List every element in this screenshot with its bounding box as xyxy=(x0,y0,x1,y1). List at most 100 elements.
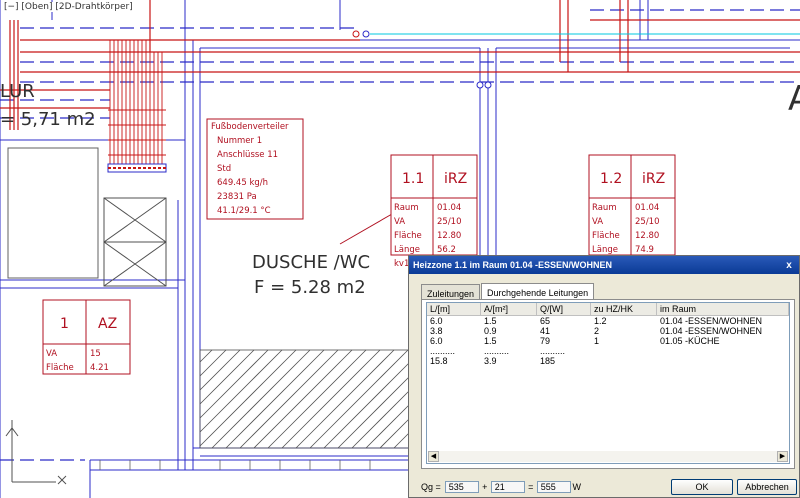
zone-1-val-0: 15 xyxy=(90,349,101,359)
floor-blocks xyxy=(99,460,371,470)
cell-heat: 185 xyxy=(540,356,556,366)
heating-zone-dialog: Heizzone 1.1 im Raum 01.04 -ESSEN/WOHNEN… xyxy=(408,255,800,498)
pipes-list[interactable]: L/[m] A/[m²] Q/[W] zu HZ/HK im Raum 6.0 … xyxy=(426,302,790,464)
zone-1-2-key-3: Länge xyxy=(592,245,618,255)
verteiler-line-6: 41.1/29.1 °C xyxy=(217,206,271,216)
cell-zone: 2 xyxy=(594,326,600,336)
dusche-leader xyxy=(339,213,393,245)
cell-area: 0.9 xyxy=(484,326,497,336)
zone-1-2-val-3: 74.9 xyxy=(635,245,654,255)
cell-zone xyxy=(591,346,657,356)
zone-label-1-1: 1.1 iRZ Raum 01.04 VA 25/10 Fläche 12.80… xyxy=(390,154,478,269)
cell-room: 01.04 -ESSEN/WOHNEN xyxy=(660,326,763,336)
list-item[interactable]: 6.0 1.5 65 1.2 01.04 -ESSEN/WOHNEN xyxy=(427,316,789,326)
dusche-area: F = 5.28 m2 xyxy=(254,277,366,298)
list-separator-row: .......... .......... .......... xyxy=(427,346,789,356)
zone-1-type: AZ xyxy=(98,316,117,332)
cell-area: 1.5 xyxy=(484,336,497,346)
list-item[interactable]: 3.8 0.9 41 2 01.04 -ESSEN/WOHNEN xyxy=(427,326,789,336)
col-header-room[interactable]: im Raum xyxy=(657,303,789,315)
cell-length: .......... xyxy=(430,346,456,356)
flur-label: LUR xyxy=(0,81,35,102)
cancel-button[interactable]: Abbrechen xyxy=(737,479,797,495)
zone-1-val-1: 4.21 xyxy=(90,363,109,373)
horizontal-scrollbar[interactable]: ◀ ▶ xyxy=(428,451,788,462)
manifold-collector xyxy=(107,163,167,173)
zone-1-1-val-1: 25/10 xyxy=(437,217,462,227)
zone-1-2-val-1: 25/10 xyxy=(635,217,660,227)
cell-zone: 1.2 xyxy=(594,316,607,326)
cell-room: 01.05 -KÜCHE xyxy=(660,336,720,346)
cell-heat: .......... xyxy=(540,346,566,356)
cell-length: 6.0 xyxy=(430,336,443,346)
verteiler-line-5: 23831 Pa xyxy=(217,192,257,202)
cell-heat: 65 xyxy=(540,316,551,326)
list-item[interactable]: 6.0 1.5 79 1 01.05 -KÜCHE xyxy=(427,336,789,346)
sum-row: Qg = 535 + 21 = 555 W xyxy=(421,480,583,494)
cell-length: 3.8 xyxy=(430,326,443,336)
cell-room: 01.04 -ESSEN/WOHNEN xyxy=(660,316,763,326)
scroll-right-icon[interactable]: ▶ xyxy=(777,451,788,462)
cell-zone xyxy=(591,356,657,366)
result-field[interactable]: 555 xyxy=(536,481,571,493)
zone-1-2-key-0: Raum xyxy=(592,203,617,213)
zone-1-id: 1 xyxy=(60,316,69,332)
room-letter-fragment: A xyxy=(788,79,800,119)
cell-zone: 1 xyxy=(594,336,600,346)
col-header-heat[interactable]: Q/[W] xyxy=(537,303,591,315)
zone-1-2-val-0: 01.04 xyxy=(635,203,659,213)
list-total-row[interactable]: 15.8 3.9 185 xyxy=(427,356,789,366)
tab-panel: L/[m] A/[m²] Q/[W] zu HZ/HK im Raum 6.0 … xyxy=(421,299,795,469)
verteiler-title: Fußbodenverteiler xyxy=(211,122,289,132)
zone-1-1-val-0: 01.04 xyxy=(437,203,461,213)
close-icon[interactable]: x xyxy=(783,259,795,271)
zone-1-1-key-0: Raum xyxy=(394,203,419,213)
scroll-left-icon[interactable]: ◀ xyxy=(428,451,439,462)
col-header-length[interactable]: L/[m] xyxy=(427,303,481,315)
cell-room xyxy=(657,356,789,366)
zone-1-key-0: VA xyxy=(46,349,57,359)
red-pipes xyxy=(0,0,800,130)
verteiler-line-1: Nummer 1 xyxy=(217,136,262,146)
dialog-title: Heizzone 1.1 im Raum 01.04 -ESSEN/WOHNEN xyxy=(413,260,613,270)
viewport-label[interactable]: [−] [Oben] [2D-Drahtkörper] xyxy=(2,2,135,12)
zone-1-1-key-3: Länge xyxy=(394,245,420,255)
verteiler-box: Fußbodenverteiler Nummer 1 Anschlüsse 11… xyxy=(206,118,304,220)
zone-1-1-val-3: 56.2 xyxy=(437,245,456,255)
manifold-fan xyxy=(108,40,166,168)
col-header-zone[interactable]: zu HZ/HK xyxy=(591,303,657,315)
cell-room xyxy=(657,346,789,356)
verteiler-line-4: 649.45 kg/h xyxy=(217,178,268,188)
flur-area: = 5,71 m2 xyxy=(0,109,96,130)
ucs-icon xyxy=(5,420,67,485)
zone-1-2-key-1: VA xyxy=(592,217,603,227)
cell-heat: 79 xyxy=(540,336,551,346)
cell-area: 3.9 xyxy=(484,356,497,366)
zone-label-1-2: 1.2 iRZ Raum 01.04 VA 25/10 Fläche 12.80… xyxy=(588,154,676,256)
qg-label: Qg = xyxy=(421,482,441,492)
plus-sign: + xyxy=(482,482,488,492)
zone-1-2-id: 1.2 xyxy=(600,171,622,187)
qg-field[interactable]: 535 xyxy=(444,481,479,493)
ok-button[interactable]: OK xyxy=(671,479,733,495)
verteiler-line-2: Anschlüsse 11 xyxy=(217,150,278,160)
zone-1-1-id: 1.1 xyxy=(402,171,424,187)
equals-sign: = xyxy=(528,482,534,492)
zone-1-1-key-1: VA xyxy=(394,217,405,227)
zone-1-2-key-2: Fläche xyxy=(592,231,620,241)
scroll-track[interactable] xyxy=(439,451,777,462)
zone-1-2-type: iRZ xyxy=(642,171,665,187)
dialog-titlebar[interactable]: Heizzone 1.1 im Raum 01.04 -ESSEN/WOHNEN… xyxy=(409,256,799,274)
list-header: L/[m] A/[m²] Q/[W] zu HZ/HK im Raum xyxy=(427,303,789,316)
cell-length: 15.8 xyxy=(430,356,448,366)
col-header-area[interactable]: A/[m²] xyxy=(481,303,537,315)
zone-1-key-1: Fläche xyxy=(46,363,74,373)
dusche-name: DUSCHE /WC xyxy=(252,252,370,273)
cell-area: .......... xyxy=(484,346,510,356)
cell-length: 6.0 xyxy=(430,316,443,326)
shower-hatch xyxy=(199,349,411,449)
zone-1-1-type: iRZ xyxy=(444,171,467,187)
zone-1-2-val-2: 12.80 xyxy=(635,231,659,241)
verteiler-line-3: Std xyxy=(217,164,231,174)
add-field[interactable]: 21 xyxy=(490,481,525,493)
